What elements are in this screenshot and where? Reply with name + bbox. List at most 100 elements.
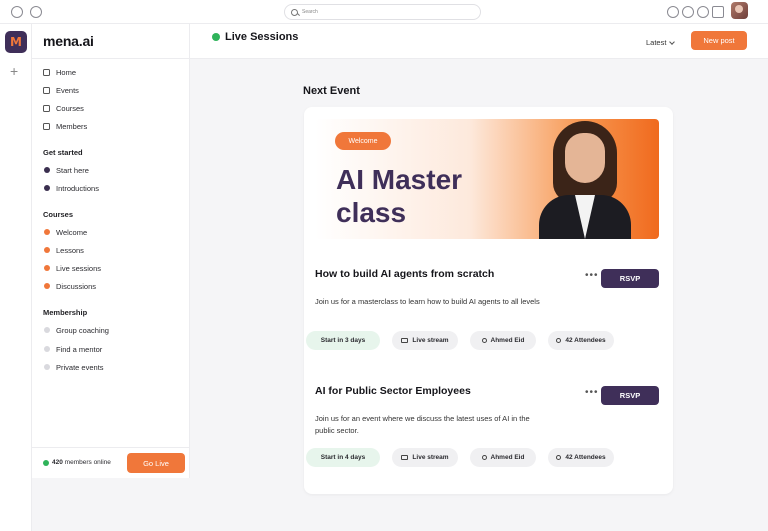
- sidebar-item-private-events[interactable]: Private events: [43, 362, 104, 372]
- sidebar-item-label: Introductions: [56, 183, 99, 193]
- sidebar-item-label: Group coaching: [56, 325, 109, 335]
- chip-label: Live stream: [412, 454, 449, 461]
- sidebar: mena.ai Home Events Courses Members Get …: [32, 24, 190, 478]
- rsvp-button[interactable]: RSVP: [601, 386, 659, 405]
- sidebar-item-live-sessions[interactable]: Live sessions: [43, 263, 101, 273]
- chip-label: 42 Attendees: [565, 337, 606, 344]
- event-banner: Welcome AI Master class: [315, 119, 659, 239]
- members-online-label: members online: [64, 459, 111, 466]
- sidebar-item-events[interactable]: Events: [43, 85, 79, 95]
- members-icon: [43, 122, 50, 130]
- more-options-icon[interactable]: •••: [585, 387, 599, 398]
- sidebar-item-discussions[interactable]: Discussions: [43, 281, 96, 291]
- channel-dot-icon: [44, 247, 50, 253]
- section-title-get-started: Get started: [43, 148, 83, 157]
- sidebar-item-members[interactable]: Members: [43, 121, 87, 131]
- sidebar-item-label: Courses: [56, 103, 84, 113]
- sidebar-footer: 420 members online Go Live: [32, 447, 190, 478]
- sidebar-divider: [32, 58, 190, 59]
- sidebar-item-label: Members: [56, 121, 88, 131]
- chevron-down-icon: [669, 38, 676, 45]
- members-online-count: 420: [52, 459, 63, 466]
- sidebar-item-label: Private events: [56, 362, 104, 372]
- top-bar: Search: [0, 0, 768, 24]
- page-title: Live Sessions: [225, 31, 299, 43]
- bell-icon[interactable]: [667, 6, 679, 18]
- host-portrait: [535, 119, 635, 239]
- online-status-icon: [43, 460, 49, 466]
- welcome-badge[interactable]: Welcome: [335, 132, 391, 150]
- channel-dot-icon: [44, 265, 50, 271]
- search-icon: [291, 8, 298, 16]
- channel-dot-icon: [44, 346, 50, 352]
- home-icon: [43, 68, 50, 76]
- add-community-icon[interactable]: +: [10, 64, 18, 78]
- sidebar-item-introductions[interactable]: Introductions: [43, 183, 99, 193]
- sidebar-item-group-coaching[interactable]: Group coaching: [43, 325, 109, 335]
- video-icon: [401, 338, 409, 343]
- sort-label: Latest: [646, 38, 667, 47]
- chip-label: Start in 3 days: [320, 337, 366, 344]
- start-time-chip: Start in 3 days: [306, 331, 380, 350]
- sidebar-item-find-a-mentor[interactable]: Find a mentor: [43, 344, 102, 354]
- attendees-chip: 42 Attendees: [548, 331, 614, 350]
- more-options-icon[interactable]: •••: [585, 270, 599, 281]
- sidebar-item-courses[interactable]: Courses: [43, 103, 84, 113]
- book-icon: [43, 104, 50, 112]
- event-title[interactable]: How to build AI agents from scratch: [315, 268, 494, 280]
- sidebar-item-label: Lessons: [56, 245, 84, 255]
- chip-label: Start in 4 days: [320, 454, 366, 461]
- sidebar-item-welcome[interactable]: Welcome: [43, 227, 87, 237]
- chat-icon[interactable]: [682, 6, 694, 18]
- channel-dot-icon: [44, 167, 50, 173]
- smiley-icon[interactable]: [11, 6, 23, 18]
- bookmark-icon[interactable]: [712, 6, 724, 18]
- banner-title: AI Master class: [336, 164, 463, 228]
- event-card: Welcome AI Master class How to build AI …: [304, 107, 673, 494]
- clock-icon[interactable]: [30, 6, 42, 18]
- chip-label: Ahmed Eid: [490, 337, 525, 344]
- go-live-button[interactable]: Go Live: [127, 453, 185, 473]
- channel-dot-icon: [44, 364, 50, 370]
- sidebar-item-label: Events: [56, 85, 79, 95]
- section-title-courses: Courses: [43, 210, 74, 219]
- person-icon: [481, 338, 487, 343]
- live-stream-chip: Live stream: [392, 331, 458, 350]
- sidebar-item-label: Live sessions: [56, 263, 102, 273]
- person-icon: [481, 455, 487, 460]
- sidebar-item-lessons[interactable]: Lessons: [43, 245, 84, 255]
- host-chip: Ahmed Eid: [470, 331, 536, 350]
- event-description: Join us for a masterclass to learn how t…: [315, 297, 540, 306]
- user-avatar[interactable]: [731, 2, 748, 19]
- community-logo-icon[interactable]: M: [5, 31, 27, 53]
- chip-label: Live stream: [412, 337, 449, 344]
- calendar-icon: [43, 86, 50, 94]
- rsvp-button[interactable]: RSVP: [601, 269, 659, 288]
- channel-dot-icon: [44, 283, 50, 289]
- message-icon[interactable]: [697, 6, 709, 18]
- event-title[interactable]: AI for Public Sector Employees: [315, 385, 471, 397]
- new-post-button[interactable]: New post: [691, 31, 747, 50]
- chip-label: Ahmed Eid: [490, 454, 525, 461]
- event-description: Join us for an event where we discuss th…: [315, 414, 530, 435]
- search-placeholder: Search: [302, 9, 318, 15]
- section-heading: Next Event: [303, 85, 360, 97]
- brand-name[interactable]: mena.ai: [43, 33, 94, 49]
- community-rail: M +: [0, 24, 32, 531]
- members-online-text: 420 members online: [52, 459, 111, 466]
- sidebar-item-label: Discussions: [56, 281, 97, 291]
- sidebar-item-start-here[interactable]: Start here: [43, 165, 89, 175]
- sort-dropdown[interactable]: Latest: [646, 38, 676, 47]
- host-chip: Ahmed Eid: [470, 448, 536, 467]
- channel-dot-icon: [44, 229, 50, 235]
- live-indicator-icon: [212, 33, 220, 41]
- sidebar-item-label: Find a mentor: [56, 344, 103, 354]
- video-icon: [401, 455, 409, 460]
- sidebar-item-home[interactable]: Home: [43, 67, 76, 77]
- section-title-membership: Membership: [43, 308, 88, 317]
- page-header: Live Sessions Latest New post: [190, 24, 768, 59]
- search-input[interactable]: Search: [284, 4, 481, 20]
- chip-label: 42 Attendees: [565, 454, 606, 461]
- people-icon: [556, 455, 562, 460]
- sidebar-item-label: Welcome: [56, 227, 88, 237]
